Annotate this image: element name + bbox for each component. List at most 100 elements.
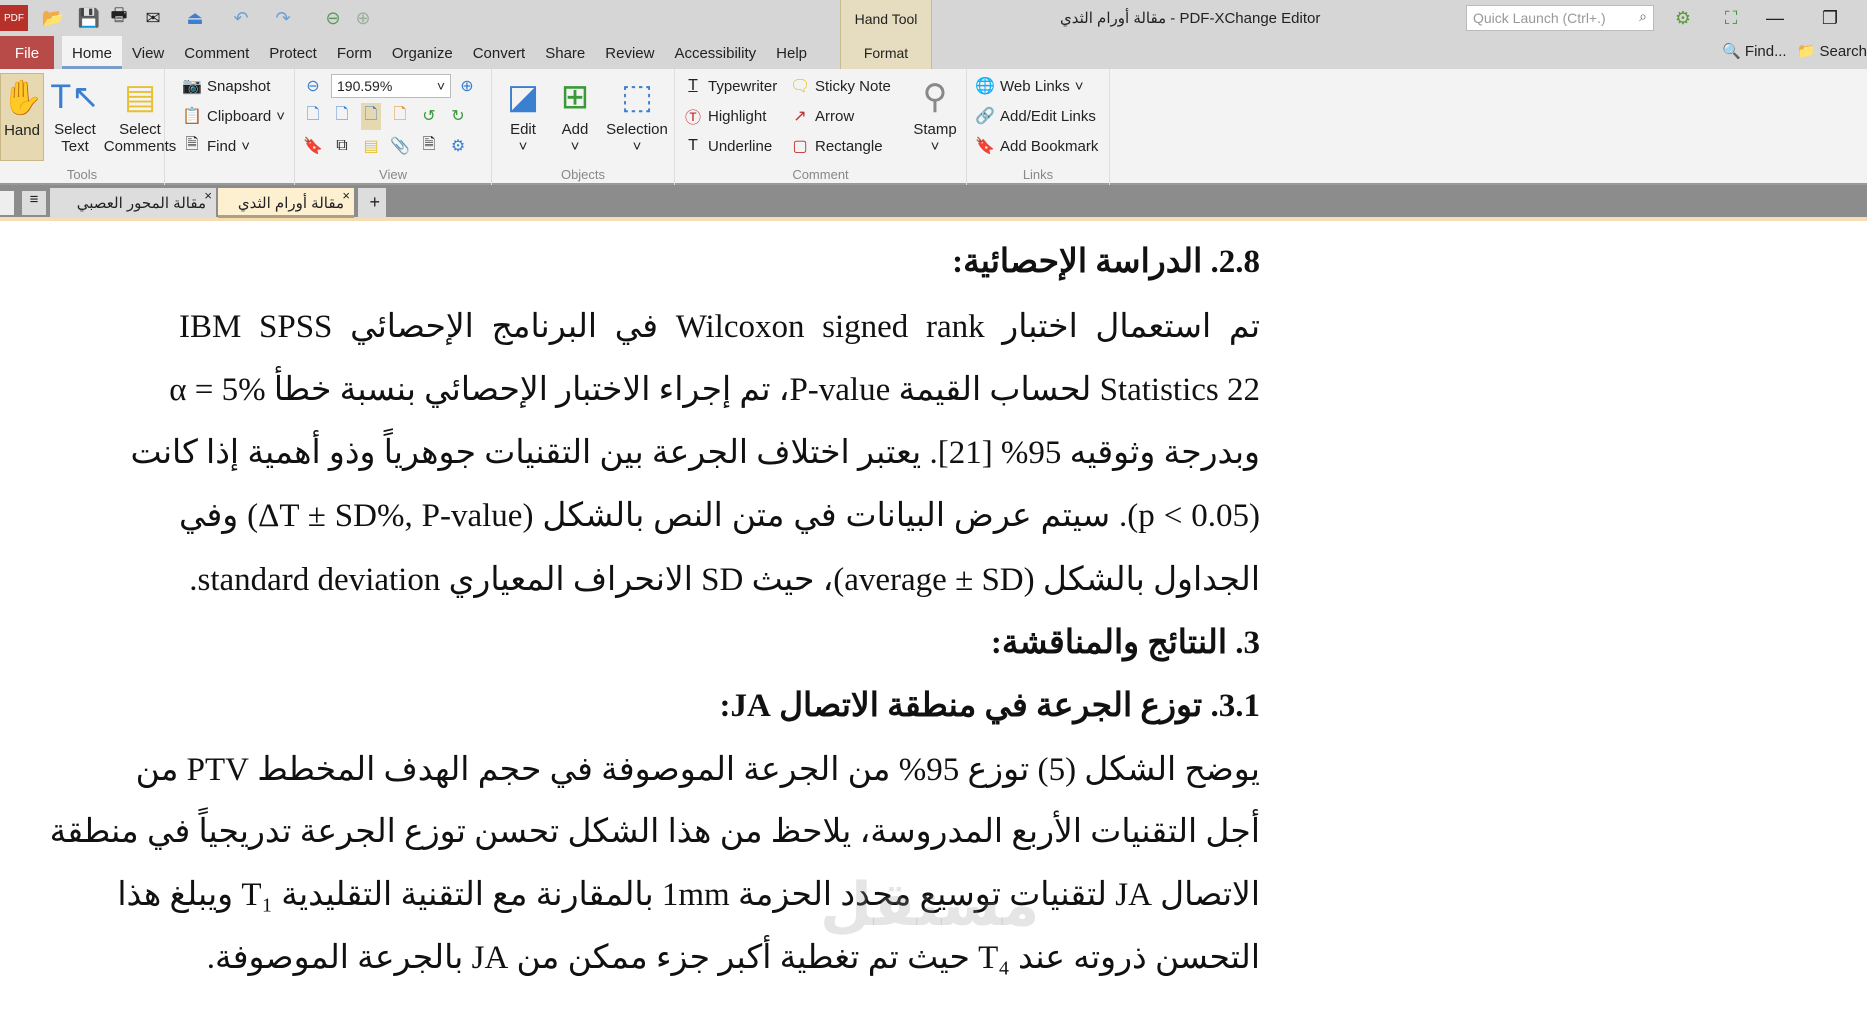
clipboard-icon: 📋 — [182, 108, 202, 125]
menu-help[interactable]: Help — [766, 36, 817, 69]
menu-comment[interactable]: Comment — [174, 36, 259, 69]
chevron-down-icon: ˅ — [930, 138, 940, 155]
edit-button[interactable]: ◪ Edit ˅ — [496, 73, 550, 155]
back-icon[interactable]: ⊖ — [320, 5, 346, 31]
save-icon[interactable]: 💾 — [76, 5, 102, 31]
open-icon[interactable]: 📂 — [38, 5, 68, 31]
sticky-note-icon: 🗨 — [790, 78, 811, 95]
underline-button[interactable]: T Underline — [683, 133, 772, 159]
menu-bar: File Home View Comment Protect Form Orga… — [0, 36, 1867, 69]
fit-page-icon[interactable]: 🗋 — [332, 103, 352, 130]
hand-button[interactable]: ✋ Hand — [0, 73, 44, 161]
rectangle-label: Rectangle — [815, 137, 883, 155]
attachment-icon[interactable]: 📎 — [390, 136, 410, 156]
add-button[interactable]: ⊞ Add ˅ — [550, 73, 600, 155]
objects-group: ◪ Edit ˅ ⊞ Add ˅ ⬚ Selection ˅ Objects — [492, 69, 675, 185]
doc-tab-breast-tumors[interactable]: مقالة أورام الثدي × — [218, 188, 354, 218]
comment-group-label: Comment — [792, 167, 849, 182]
search-button[interactable]: 📁 Search — [1797, 42, 1867, 60]
menu-file[interactable]: File — [0, 36, 54, 69]
zoom-out-button[interactable]: ⊖ — [303, 73, 323, 99]
arrow-button[interactable]: ↗ Arrow — [790, 103, 854, 129]
links-group: 🌐 Web Links ˅ 🔗 Add/Edit Links 🔖 Add Bookmar… — [967, 69, 1110, 185]
comments-icon[interactable]: ▤ — [361, 136, 381, 156]
close-icon[interactable]: × — [342, 188, 350, 203]
rotate-left-icon[interactable]: ↺ — [419, 106, 439, 126]
minimize-button[interactable]: — — [1760, 5, 1790, 31]
paragraph-line: الاتصال JA لتقنيات توسيع محدد الحزمة 1mm… — [117, 877, 1260, 913]
menu-organize[interactable]: Organize — [382, 36, 463, 69]
find-tool-button[interactable]: 🗎 Find ˅ — [182, 133, 250, 159]
find-icon: 🔍 — [1722, 43, 1741, 60]
fit-width-icon[interactable]: 🗋 — [361, 102, 381, 130]
stamp-button[interactable]: ⚲ Stamp ˅ — [907, 73, 963, 155]
add-icon: ⊞ — [560, 78, 590, 116]
comment-group: T̲ Typewriter Ⓣ Highlight T Underline 🗨 Stic… — [675, 69, 967, 185]
select-text-button[interactable]: T↖ Select Text — [48, 73, 102, 155]
hand-label: Hand — [4, 122, 40, 139]
add-bookmark-label: Add Bookmark — [1000, 137, 1099, 155]
print-icon[interactable]: 🖶 — [106, 5, 132, 31]
menu-share[interactable]: Share — [535, 36, 595, 69]
rectangle-button[interactable]: ▢ Rectangle — [790, 133, 883, 159]
tab-list-icon[interactable]: ≡ — [22, 191, 46, 215]
app-logo-icon: PDF — [0, 5, 28, 31]
rectangle-icon: ▢ — [792, 138, 808, 155]
add-bookmark-icon: 🔖 — [975, 138, 995, 155]
chevron-down-icon: ˅ — [1074, 77, 1084, 95]
view-buttons-row1: 🗋 🗋 🗋 🗋 ↺ ↻ — [303, 102, 468, 130]
clipboard-button[interactable]: 📋 Clipboard ˅ — [182, 103, 285, 129]
snapshot-button[interactable]: 📷 Snapshot — [182, 73, 270, 99]
panel-toggle[interactable] — [0, 191, 14, 215]
highlight-button[interactable]: Ⓣ Highlight — [683, 103, 766, 129]
typewriter-label: Typewriter — [708, 77, 778, 95]
email-icon[interactable]: ✉ — [138, 5, 168, 31]
fullscreen-icon[interactable]: ⛶ — [1718, 5, 1744, 31]
menu-form[interactable]: Form — [327, 36, 382, 69]
right-tools: 🔍 Find... 📁 Search — [1722, 42, 1867, 60]
menu-view[interactable]: View — [122, 36, 174, 69]
scan-icon[interactable]: ⏏ — [180, 5, 210, 31]
chevron-down-icon: ˅ — [436, 78, 445, 94]
menu-home[interactable]: Home — [62, 36, 123, 69]
menu-protect[interactable]: Protect — [259, 36, 327, 69]
pages-icon[interactable]: ⧉ — [332, 137, 352, 155]
menu-review[interactable]: Review — [595, 36, 664, 69]
undo-icon[interactable]: ↶ — [228, 5, 254, 31]
close-icon[interactable]: × — [204, 188, 212, 203]
objects-group-label: Objects — [560, 167, 606, 182]
quick-launch-input[interactable]: Quick Launch (Ctrl+.) ⌕ — [1466, 5, 1654, 31]
menu-format[interactable]: Format — [841, 34, 931, 68]
add-edit-links-button[interactable]: 🔗 Add/Edit Links — [975, 103, 1096, 129]
add-bookmark-button[interactable]: 🔖 Add Bookmark — [975, 133, 1098, 159]
actual-size-icon[interactable]: 🗋 — [303, 103, 323, 130]
web-links-button[interactable]: 🌐 Web Links ˅ — [975, 73, 1084, 99]
window-title: مقالة أورام الثدي - PDF-XChange Editor — [1060, 10, 1321, 27]
find-button[interactable]: 🔍 Find... — [1722, 42, 1787, 60]
heading-3: 3. النتائج والمناقشة: — [990, 625, 1260, 661]
paragraph-line: تم استعمال اختبار Wilcoxon signed rank ف… — [179, 309, 1261, 345]
restore-button[interactable]: ❐ — [1815, 5, 1845, 31]
typewriter-button[interactable]: T̲ Typewriter — [683, 73, 777, 99]
paragraph-line: وبدرجة وثوقيه 95% [21]. يعتبر اختلاف الج… — [130, 435, 1260, 471]
fit-visible-icon[interactable]: 🗋 — [390, 103, 410, 130]
selection-button[interactable]: ⬚ Selection ˅ — [602, 73, 672, 155]
rotate-right-icon[interactable]: ↻ — [448, 106, 468, 126]
new-tab-button[interactable]: + — [358, 188, 386, 218]
doc-tab-neural-axis[interactable]: مقالة المحور العصبي × — [50, 188, 216, 218]
zoom-in-button[interactable]: ⊕ — [457, 73, 477, 99]
zoom-select[interactable]: 190.59% ˅ — [331, 74, 451, 98]
forward-icon[interactable]: ⊕ — [350, 5, 376, 31]
menu-convert[interactable]: Convert — [463, 36, 536, 69]
settings-icon[interactable]: ⚙ — [1668, 5, 1698, 31]
properties-icon[interactable]: 🗎 — [419, 133, 439, 160]
redo-icon[interactable]: ↷ — [270, 5, 296, 31]
sticky-note-label: Sticky Note — [815, 77, 891, 95]
underline-icon: T — [688, 137, 698, 154]
settings-doc-icon[interactable]: ⚙ — [448, 136, 468, 156]
bookmark-icon[interactable]: 🔖 — [303, 136, 323, 156]
menu-accessibility[interactable]: Accessibility — [664, 36, 766, 69]
paragraph-line: الجداول بالشكل (average ± SD)، حيث SD ال… — [189, 562, 1260, 598]
zoom-value: 190.59% — [337, 78, 393, 94]
sticky-note-button[interactable]: 🗨 Sticky Note — [790, 73, 891, 99]
